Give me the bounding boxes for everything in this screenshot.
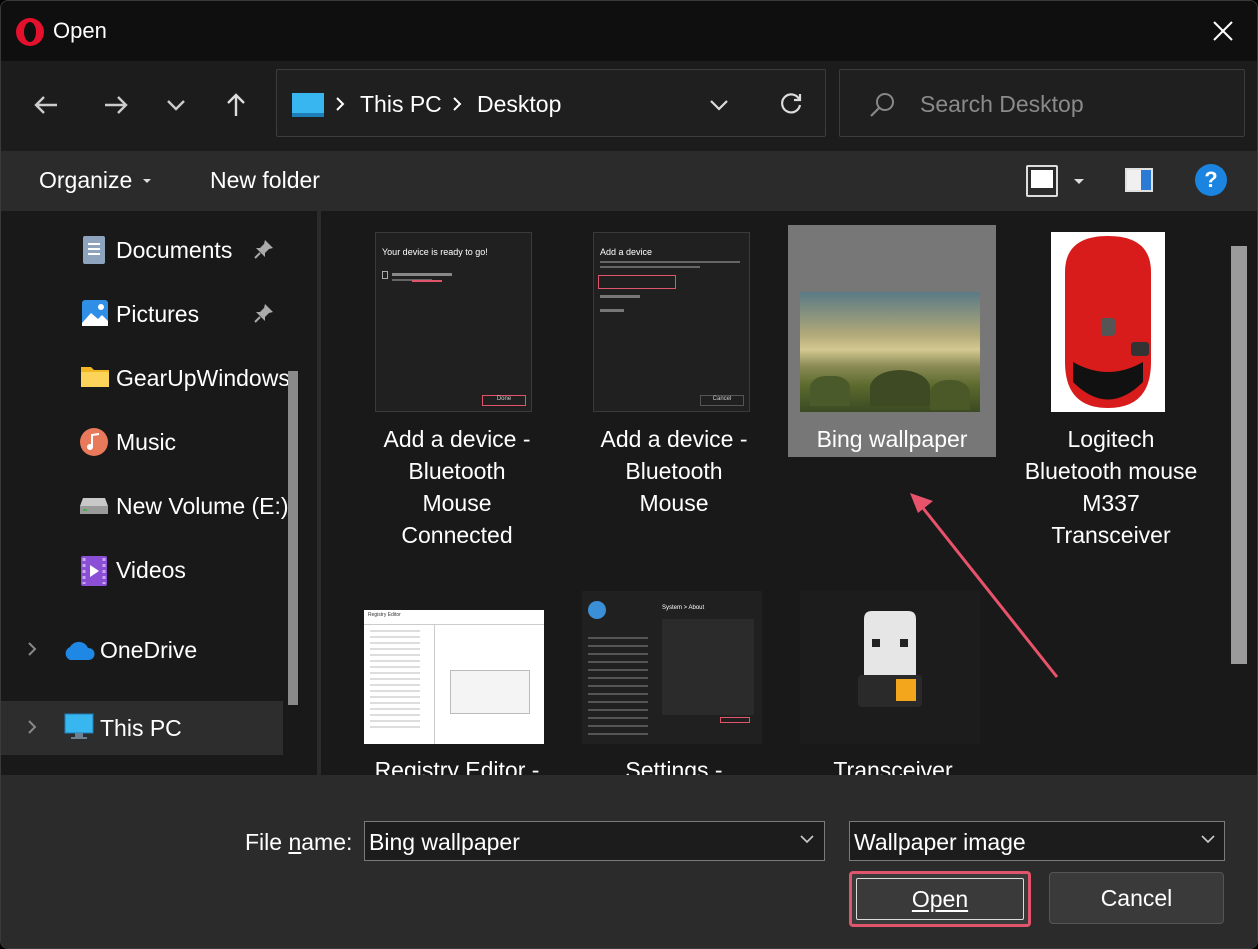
- thumbnail: [800, 591, 980, 744]
- file-name: Bing wallpaper: [816, 426, 968, 452]
- navigation-bar: This PC Desktop: [1, 61, 1257, 151]
- navigation-pane: Documents Pictures GearUpWindows Music N…: [1, 211, 301, 775]
- sidebar-item-new-volume[interactable]: New Volume (E:): [1, 479, 289, 533]
- address-bar[interactable]: This PC Desktop: [276, 69, 826, 137]
- chevron-right-icon: [453, 97, 462, 111]
- up-button[interactable]: [214, 83, 258, 127]
- thumbnail: System > About: [582, 591, 762, 744]
- file-name-label: File name:: [245, 829, 353, 855]
- change-view-button[interactable]: [1026, 165, 1058, 197]
- file-name: Add a device - Bluetooth Mouse Connected: [383, 426, 531, 548]
- chevron-down-icon: [1201, 835, 1215, 844]
- thumbnail: Registry Editor: [364, 610, 544, 744]
- search-box[interactable]: [839, 69, 1245, 137]
- thumbnail: Add a device Cancel: [593, 232, 750, 412]
- pin-icon: [254, 240, 273, 259]
- chevron-down-icon: [710, 100, 728, 111]
- thumbnail-text: Registry Editor: [368, 612, 401, 618]
- opera-logo-icon: [16, 18, 44, 46]
- sidebar-item-onedrive[interactable]: OneDrive: [1, 623, 283, 677]
- sidebar-item-music[interactable]: Music: [1, 415, 283, 469]
- sidebar-item-label: Pictures: [116, 301, 200, 327]
- refresh-icon: [781, 93, 802, 114]
- thumbnail: [800, 292, 980, 412]
- chevron-right-icon[interactable]: [27, 719, 37, 735]
- search-input[interactable]: [920, 86, 1230, 122]
- arrow-left-icon: [34, 96, 57, 114]
- music-icon: [80, 428, 108, 456]
- breadcrumb-this-pc[interactable]: This PC: [360, 91, 442, 118]
- thumbnail-text: Add a device: [600, 247, 653, 257]
- thumbnail-button: Done: [482, 395, 526, 406]
- file-name-combobox[interactable]: [364, 821, 825, 861]
- window-title: Open: [53, 18, 107, 43]
- file-name: Add a device - Bluetooth Mouse: [600, 426, 748, 516]
- sidebar-item-pictures[interactable]: Pictures: [1, 287, 283, 341]
- organize-caret-icon: [143, 179, 151, 183]
- documents-icon: [83, 236, 105, 264]
- sidebar-item-label: This PC: [100, 715, 182, 741]
- cancel-button[interactable]: Cancel: [1049, 872, 1224, 924]
- folder-icon: [81, 367, 109, 387]
- chevron-right-icon: [336, 97, 345, 111]
- organize-menu[interactable]: Organize: [39, 167, 132, 194]
- help-button[interactable]: ?: [1195, 164, 1227, 196]
- sidebar-item-label: Videos: [116, 557, 186, 583]
- this-pc-icon: [292, 93, 324, 117]
- thumbnail-button: Cancel: [700, 395, 744, 406]
- onedrive-icon: [65, 641, 95, 660]
- pc-icon: [64, 713, 94, 739]
- sidebar-item-gearupwindows[interactable]: GearUpWindows: [1, 351, 290, 405]
- sidebar-item-this-pc[interactable]: This PC: [1, 701, 283, 755]
- thumbnail-text: Your device is ready to go!: [382, 247, 488, 257]
- drive-icon: [80, 498, 108, 514]
- view-options-caret-icon[interactable]: [1074, 179, 1084, 184]
- thumbnail-text: System > About: [662, 605, 705, 611]
- search-icon: [870, 93, 894, 117]
- thumbnail: [1051, 232, 1165, 412]
- chevron-right-icon[interactable]: [27, 641, 37, 657]
- address-history-dropdown[interactable]: [699, 88, 739, 122]
- forward-button[interactable]: [94, 83, 138, 127]
- sidebar-item-label: OneDrive: [100, 637, 198, 663]
- file-type-value: Wallpaper image: [854, 829, 1026, 855]
- sidebar-scrollbar-thumb[interactable]: [288, 371, 298, 705]
- arrow-up-icon: [227, 93, 245, 116]
- sidebar-item-label: Music: [116, 429, 177, 455]
- open-button-label: Open: [911, 885, 969, 912]
- sidebar-item-label: New Volume (E:): [116, 493, 289, 519]
- back-button[interactable]: [24, 83, 68, 127]
- open-button[interactable]: Open: [849, 871, 1031, 927]
- file-type-select[interactable]: Wallpaper image: [849, 821, 1225, 861]
- title-bar: Open: [1, 1, 1257, 61]
- pin-icon: [254, 304, 273, 323]
- preview-pane-button[interactable]: [1125, 168, 1153, 192]
- thumbnail: Your device is ready to go! Done: [375, 232, 532, 412]
- refresh-button[interactable]: [771, 86, 811, 122]
- breadcrumb-desktop[interactable]: Desktop: [477, 91, 561, 118]
- close-icon: [1213, 21, 1233, 41]
- sidebar-item-label: GearUpWindows: [116, 365, 290, 391]
- pane-divider[interactable]: [317, 211, 321, 775]
- arrow-right-icon: [105, 96, 128, 114]
- sidebar-item-videos[interactable]: Videos: [1, 543, 283, 597]
- chevron-down-icon[interactable]: [799, 834, 815, 844]
- sidebar-item-label: Documents: [116, 237, 233, 263]
- open-file-dialog: Open This PC Desktop Search Desktop Orga…: [0, 0, 1258, 949]
- videos-icon: [81, 556, 107, 586]
- sidebar-item-documents[interactable]: Documents: [1, 223, 283, 277]
- mouse-image: [1065, 236, 1151, 408]
- new-folder-button[interactable]: New folder: [210, 167, 320, 194]
- recent-locations-button[interactable]: [154, 83, 198, 127]
- transceiver-image: [858, 611, 922, 707]
- chevron-down-icon: [167, 100, 185, 111]
- footer-panel: File name: Wallpaper image Open Cancel: [1, 775, 1257, 948]
- content-scrollbar-thumb[interactable]: [1231, 246, 1247, 664]
- file-item-bing-wallpaper[interactable]: Bing wallpaper: [788, 225, 996, 457]
- pictures-icon: [82, 300, 108, 326]
- command-bar: Organize New folder ?: [1, 151, 1257, 211]
- file-name: Logitech Bluetooth mouse M337 Transceive…: [1024, 426, 1198, 548]
- file-name-input[interactable]: [369, 828, 789, 856]
- close-button[interactable]: [1193, 1, 1253, 61]
